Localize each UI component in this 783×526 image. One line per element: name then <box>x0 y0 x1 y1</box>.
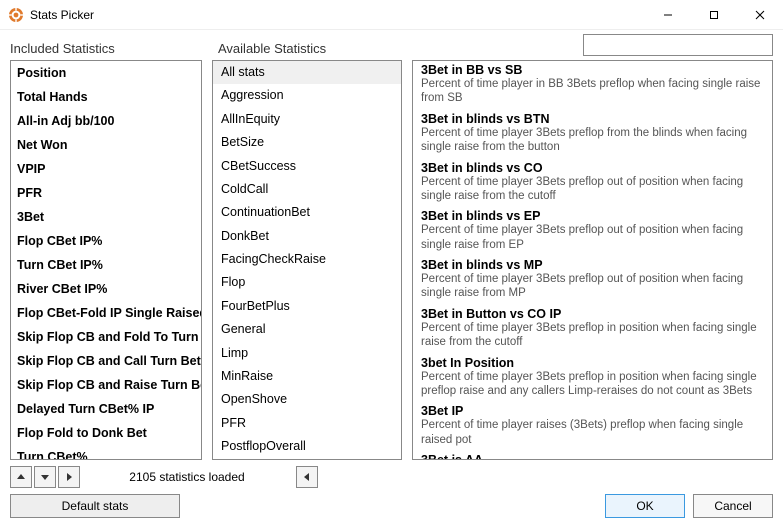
available-item[interactable]: AllInEquity <box>213 108 401 131</box>
included-item[interactable]: Turn CBet% <box>11 445 201 460</box>
move-right-button[interactable] <box>58 466 80 488</box>
description-title: 3Bet in blinds vs MP <box>421 258 764 272</box>
description-listbox[interactable]: 3Bet in BB vs SBPercent of time player i… <box>412 60 773 460</box>
included-item[interactable]: VPIP <box>11 157 201 181</box>
description-text: Percent of time player in BB 3Bets prefl… <box>421 77 764 106</box>
description-title: 3Bet is AA <box>421 453 764 460</box>
minimize-button[interactable] <box>645 0 691 30</box>
available-item[interactable]: CBetSuccess <box>213 155 401 178</box>
app-icon <box>8 7 24 23</box>
available-listbox[interactable]: All statsAggressionAllInEquityBetSizeCBe… <box>212 60 402 460</box>
available-item[interactable]: Aggression <box>213 84 401 107</box>
available-item[interactable]: DonkBet <box>213 225 401 248</box>
included-item[interactable]: Flop CBet IP% <box>11 229 201 253</box>
available-item[interactable]: Flop <box>213 271 401 294</box>
description-item[interactable]: 3Bet IPPercent of time player raises (3B… <box>413 402 772 451</box>
ok-button[interactable]: OK <box>605 494 685 518</box>
included-item[interactable]: Skip Flop CB and Call Turn Bet IP <box>11 349 201 373</box>
description-text: Percent of time player 3Bets preflop fro… <box>421 126 764 155</box>
default-stats-button[interactable]: Default stats <box>10 494 180 518</box>
available-item[interactable]: FacingCheckRaise <box>213 248 401 271</box>
available-item[interactable]: ColdCall <box>213 178 401 201</box>
statistics-count: 2105 statistics loaded <box>92 470 282 484</box>
included-item[interactable]: River CBet IP% <box>11 277 201 301</box>
available-item[interactable]: OpenShove <box>213 388 401 411</box>
maximize-button[interactable] <box>691 0 737 30</box>
description-item[interactable]: 3bet In PositionPercent of time player 3… <box>413 354 772 403</box>
description-title: 3Bet IP <box>421 404 764 418</box>
available-item[interactable]: BetSize <box>213 131 401 154</box>
included-item[interactable]: PFR <box>11 181 201 205</box>
description-item[interactable]: 3Bet in Button vs CO IPPercent of time p… <box>413 305 772 354</box>
included-item[interactable]: Skip Flop CB and Raise Turn Bet <box>11 373 201 397</box>
available-label: Available Statistics <box>218 41 408 56</box>
cancel-button[interactable]: Cancel <box>693 494 773 518</box>
included-item[interactable]: Delayed Turn CBet% IP <box>11 397 201 421</box>
description-text: Percent of time player raises (3Bets) pr… <box>421 418 764 447</box>
available-item[interactable]: PFR <box>213 412 401 435</box>
close-button[interactable] <box>737 0 783 30</box>
window-title: Stats Picker <box>30 8 94 22</box>
included-item[interactable]: Net Won <box>11 133 201 157</box>
description-title: 3bet In Position <box>421 356 764 370</box>
description-title: 3Bet in Button vs CO IP <box>421 307 764 321</box>
included-item[interactable]: All-in Adj bb/100 <box>11 109 201 133</box>
included-item[interactable]: Flop CBet-Fold IP Single Raised <box>11 301 201 325</box>
description-title: 3Bet in blinds vs BTN <box>421 112 764 126</box>
available-item[interactable]: General <box>213 318 401 341</box>
description-item[interactable]: 3Bet in blinds vs EPPercent of time play… <box>413 207 772 256</box>
included-label: Included Statistics <box>10 41 202 56</box>
available-item[interactable]: MinRaise <box>213 365 401 388</box>
description-title: 3Bet in blinds vs CO <box>421 161 764 175</box>
description-text: Percent of time player 3Bets preflop in … <box>421 321 764 350</box>
included-item[interactable]: Skip Flop CB and Fold To Turn Bet <box>11 325 201 349</box>
available-item[interactable]: FourBetPlus <box>213 295 401 318</box>
description-text: Percent of time player 3Bets preflop out… <box>421 175 764 204</box>
available-item[interactable]: River <box>213 458 401 460</box>
available-item[interactable]: Limp <box>213 342 401 365</box>
move-up-button[interactable] <box>10 466 32 488</box>
included-listbox[interactable]: PositionTotal HandsAll-in Adj bb/100Net … <box>10 60 202 460</box>
description-item[interactable]: 3Bet in BB vs SBPercent of time player i… <box>413 61 772 110</box>
available-item[interactable]: All stats <box>213 61 401 84</box>
description-title: 3Bet in blinds vs EP <box>421 209 764 223</box>
description-text: Percent of time player 3Bets preflop out… <box>421 272 764 301</box>
description-text: Percent of time player 3Bets preflop in … <box>421 370 764 399</box>
description-item[interactable]: 3Bet in blinds vs BTNPercent of time pla… <box>413 110 772 159</box>
included-item[interactable]: Turn CBet IP% <box>11 253 201 277</box>
description-text: Percent of time player 3Bets preflop out… <box>421 223 764 252</box>
included-item[interactable]: 3Bet <box>11 205 201 229</box>
move-down-button[interactable] <box>34 466 56 488</box>
available-item[interactable]: ContinuationBet <box>213 201 401 224</box>
description-item[interactable]: 3Bet in blinds vs MPPercent of time play… <box>413 256 772 305</box>
description-item[interactable]: 3Bet is AAPercent of time a player's 3Be… <box>413 451 772 460</box>
description-item[interactable]: 3Bet in blinds vs COPercent of time play… <box>413 159 772 208</box>
included-item[interactable]: Total Hands <box>11 85 201 109</box>
description-title: 3Bet in BB vs SB <box>421 63 764 77</box>
titlebar: Stats Picker <box>0 0 783 30</box>
included-item[interactable]: Position <box>11 61 201 85</box>
move-left-button[interactable] <box>296 466 318 488</box>
included-item[interactable]: Flop Fold to Donk Bet <box>11 421 201 445</box>
search-input[interactable] <box>583 34 773 56</box>
available-item[interactable]: PostflopOverall <box>213 435 401 458</box>
